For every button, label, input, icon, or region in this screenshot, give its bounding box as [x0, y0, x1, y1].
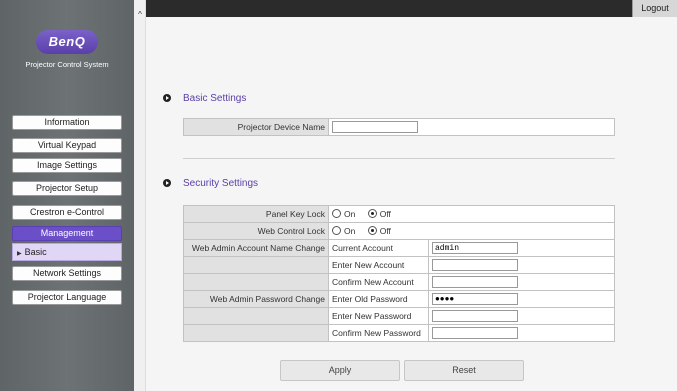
- web-control-lock-on-radio[interactable]: [332, 226, 341, 235]
- system-title: Projector Control System: [25, 60, 109, 69]
- device-name-input[interactable]: [332, 121, 418, 134]
- confirm-account-label: Confirm New Account: [328, 273, 429, 291]
- empty-label-cell: [183, 307, 329, 325]
- confirm-account-input[interactable]: [432, 276, 518, 289]
- nav-sub-basic-label: Basic: [24, 247, 47, 257]
- reset-button[interactable]: Reset: [404, 360, 524, 381]
- off-label: Off: [379, 209, 391, 219]
- web-control-lock-options: On Off: [328, 222, 615, 240]
- section-divider: [183, 158, 615, 159]
- confirm-password-label: Confirm New Password: [328, 324, 429, 342]
- nav-crestron[interactable]: Crestron e-Control: [12, 205, 122, 220]
- nav-image-settings[interactable]: Image Settings: [12, 158, 122, 173]
- nav-sub-basic[interactable]: ▶ Basic: [12, 243, 122, 261]
- nav-projector-language[interactable]: Projector Language: [12, 290, 122, 305]
- basic-settings-title: Basic Settings: [183, 93, 247, 104]
- off-label: Off: [379, 226, 391, 236]
- nav-virtual-keypad[interactable]: Virtual Keypad: [12, 138, 122, 153]
- web-control-lock-label: Web Control Lock: [183, 222, 329, 240]
- old-password-cell: [428, 290, 615, 308]
- confirm-password-cell: [428, 324, 615, 342]
- basic-settings-table: Projector Device Name: [183, 118, 615, 136]
- new-password-label: Enter New Password: [328, 307, 429, 325]
- device-name-cell: [328, 118, 615, 136]
- panel-key-lock-on-radio[interactable]: [332, 209, 341, 218]
- nav-management[interactable]: Management: [12, 226, 122, 241]
- old-password-label: Enter Old Password: [328, 290, 429, 308]
- scroll-strip[interactable]: [134, 0, 146, 391]
- new-account-label: Enter New Account: [328, 256, 429, 274]
- confirm-password-input[interactable]: [432, 327, 518, 340]
- empty-label-cell: [183, 324, 329, 342]
- password-change-label: Web Admin Password Change: [183, 290, 329, 308]
- nav-information[interactable]: Information: [12, 115, 122, 130]
- apply-button[interactable]: Apply: [280, 360, 400, 381]
- on-label: On: [344, 209, 356, 219]
- nav-projector-setup[interactable]: Projector Setup: [12, 181, 122, 196]
- empty-label-cell: [183, 273, 329, 291]
- current-account-label: Current Account: [328, 239, 429, 257]
- sidebar: BenQ Projector Control System Informatio…: [0, 0, 134, 391]
- current-account-input[interactable]: [432, 242, 518, 255]
- current-account-cell: [428, 239, 615, 257]
- nav-network-settings[interactable]: Network Settings: [12, 266, 122, 281]
- panel-key-lock-options: On Off: [328, 205, 615, 223]
- new-account-cell: [428, 256, 615, 274]
- web-control-lock-off-radio[interactable]: [367, 226, 377, 235]
- basic-settings-heading: Basic Settings: [163, 93, 246, 104]
- security-settings-table: Panel Key Lock On Off Web Control Lock O…: [183, 205, 615, 342]
- bullet-icon: [163, 179, 171, 187]
- device-name-label: Projector Device Name: [183, 118, 329, 136]
- benq-logo: BenQ: [36, 30, 98, 54]
- panel-key-lock-label: Panel Key Lock: [183, 205, 329, 223]
- logout-button[interactable]: Logout: [632, 0, 677, 17]
- empty-label-cell: [183, 256, 329, 274]
- caret-right-icon: ▶: [17, 251, 22, 257]
- panel-key-lock-off-radio[interactable]: [367, 209, 377, 218]
- new-password-cell: [428, 307, 615, 325]
- confirm-account-cell: [428, 273, 615, 291]
- old-password-input[interactable]: [432, 293, 518, 306]
- account-change-label: Web Admin Account Name Change: [183, 239, 329, 257]
- top-bar: Logout: [146, 0, 677, 17]
- bullet-icon: [163, 94, 171, 102]
- new-password-input[interactable]: [432, 310, 518, 323]
- security-settings-title: Security Settings: [183, 178, 259, 189]
- scroll-up-icon[interactable]: ^: [136, 10, 144, 20]
- on-label: On: [344, 226, 356, 236]
- new-account-input[interactable]: [432, 259, 518, 272]
- security-settings-heading: Security Settings: [163, 178, 258, 189]
